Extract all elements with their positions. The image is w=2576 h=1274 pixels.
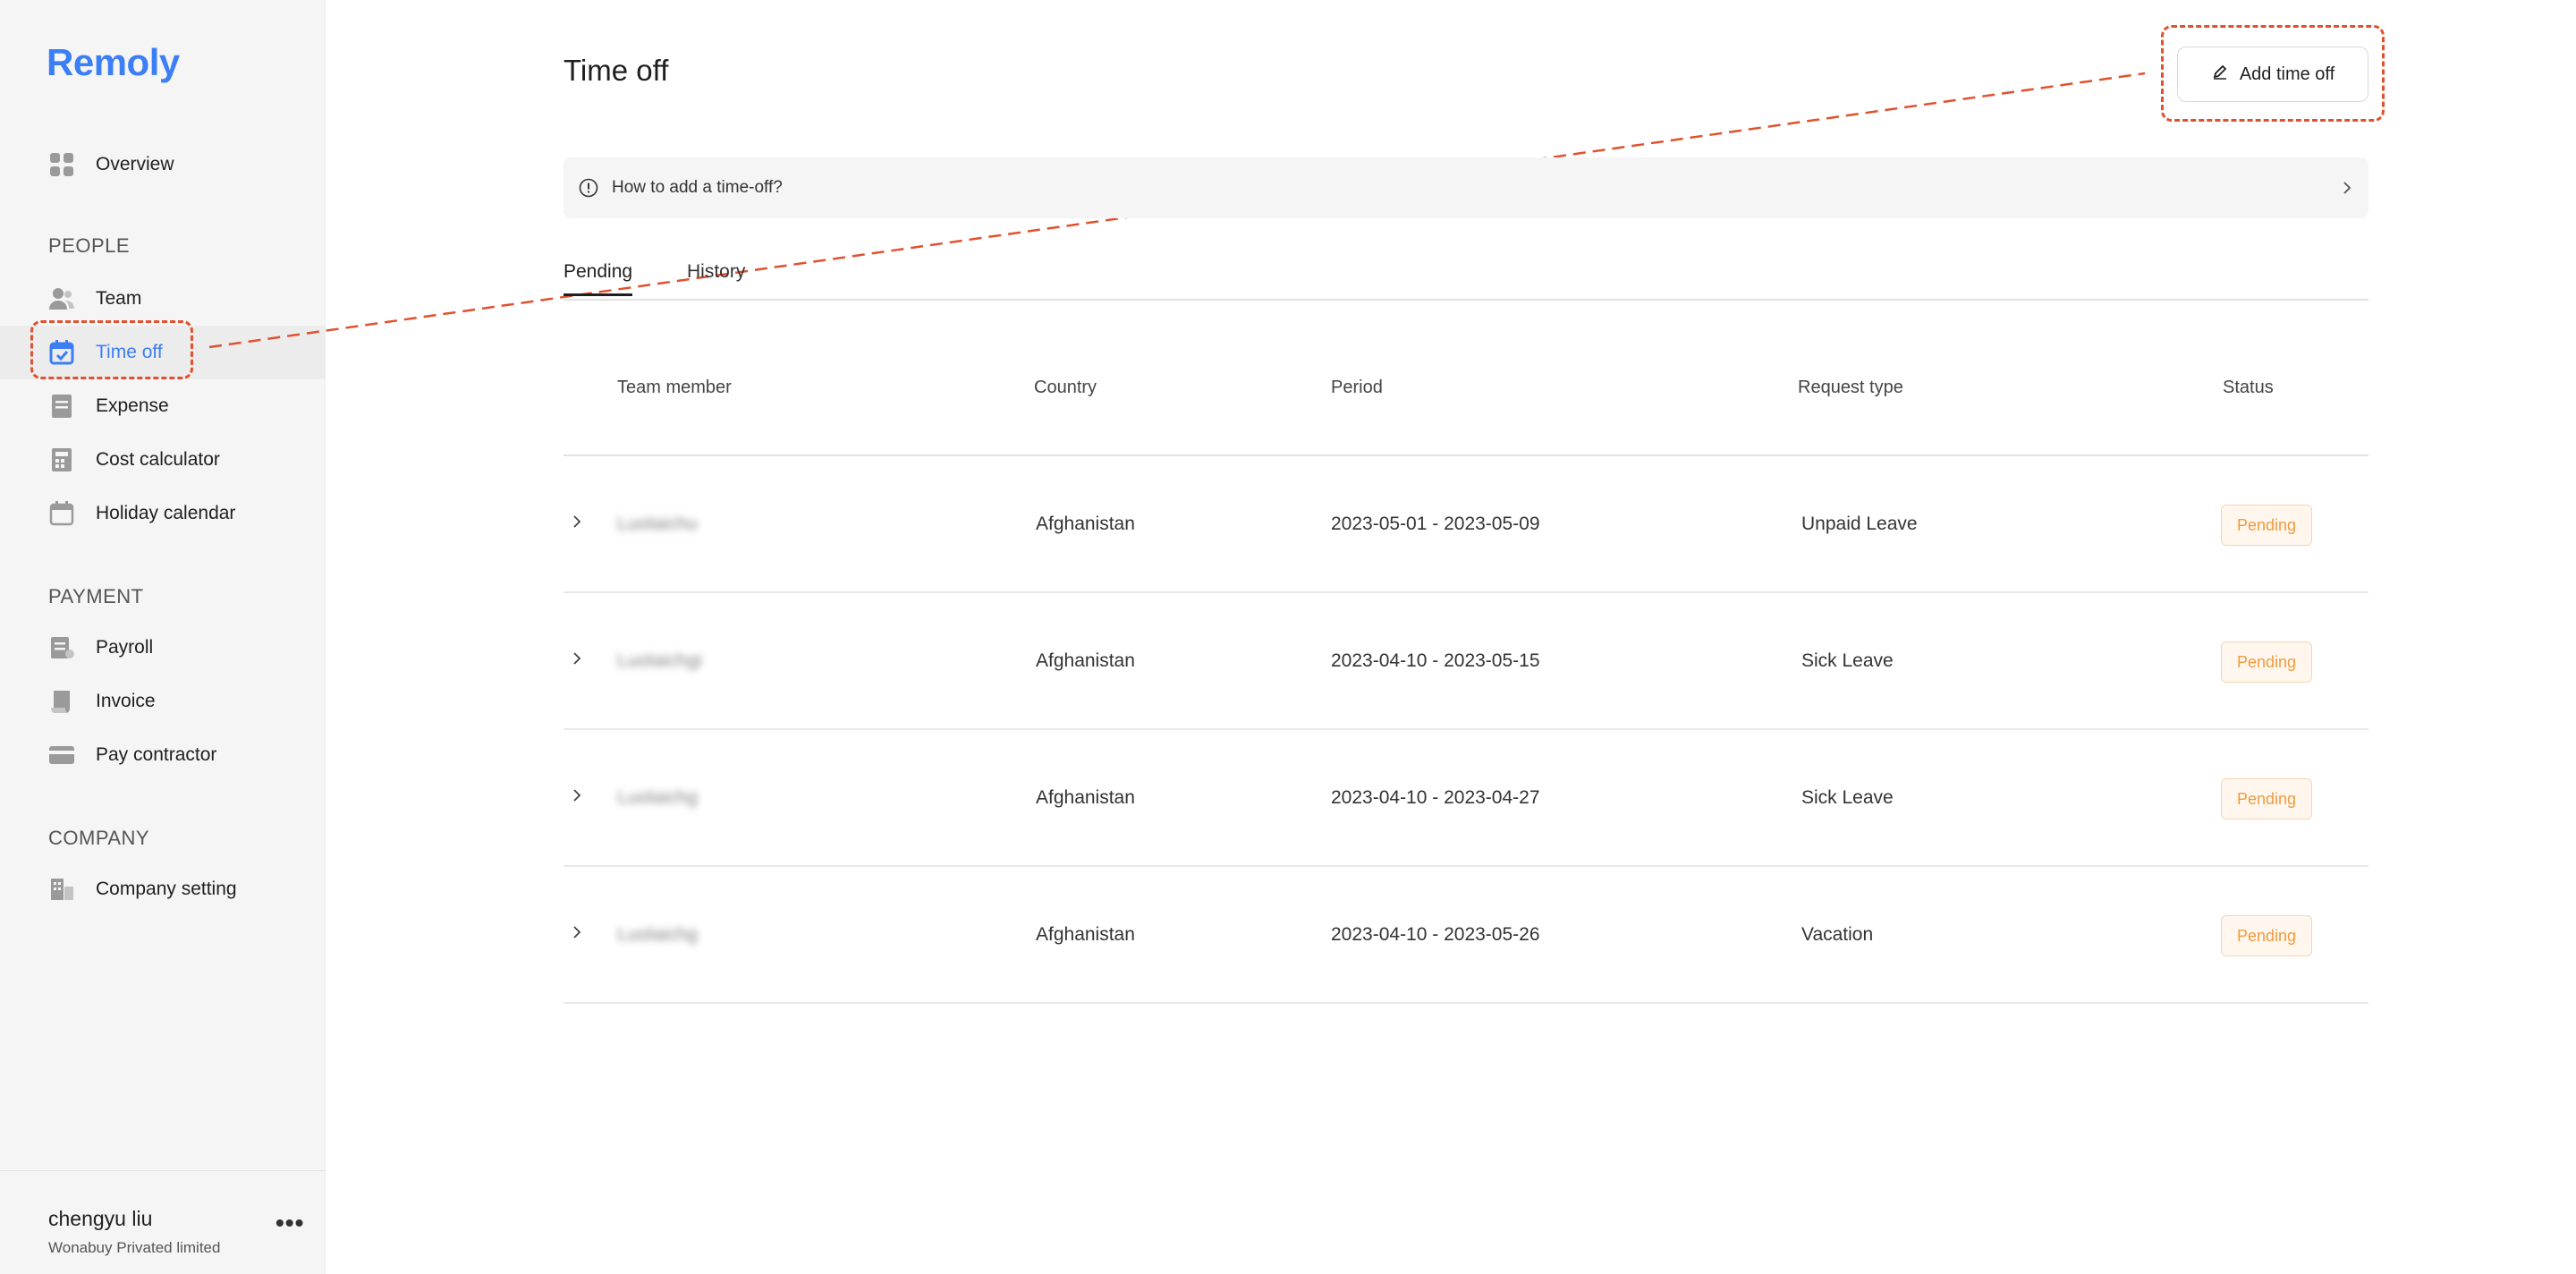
table-row[interactable]: Luolaichg Afghanistan 2023-04-10 - 2023-… xyxy=(564,867,2368,1004)
column-header-country[interactable]: Country xyxy=(1034,378,1097,398)
team-member-name: Luolaichg xyxy=(617,924,698,945)
period-cell: 2023-05-01 - 2023-05-09 xyxy=(1331,514,1540,534)
column-header-request-type[interactable]: Request type xyxy=(1798,378,1903,398)
team-member-name: Luolaichgi xyxy=(617,650,702,671)
tab-bar: Pending History xyxy=(564,261,2368,301)
country-cell: Afghanistan xyxy=(1036,514,1135,534)
time-off-table: Team member Country Period Request type … xyxy=(564,354,2368,1004)
period-cell: 2023-04-10 - 2023-05-26 xyxy=(1331,924,1540,945)
request-type-cell: Sick Leave xyxy=(1801,650,1894,671)
page-title: Time off xyxy=(564,54,669,87)
team-member-name: Luolaichu xyxy=(617,514,698,534)
table-header: Team member Country Period Request type … xyxy=(564,354,2368,456)
help-banner[interactable]: How to add a time-off? xyxy=(564,157,2368,218)
column-header-team-member[interactable]: Team member xyxy=(617,378,732,398)
chevron-right-icon xyxy=(2338,179,2356,197)
tab-pending[interactable]: Pending xyxy=(564,261,633,296)
chevron-right-icon[interactable] xyxy=(567,512,587,531)
help-banner-text: How to add a time-off? xyxy=(612,178,783,197)
status-badge: Pending xyxy=(2221,505,2312,546)
status-badge: Pending xyxy=(2221,915,2312,956)
add-time-off-label: Add time off xyxy=(2239,64,2335,84)
request-type-cell: Sick Leave xyxy=(1801,787,1894,808)
country-cell: Afghanistan xyxy=(1036,924,1135,945)
period-cell: 2023-04-10 - 2023-05-15 xyxy=(1331,650,1540,671)
table-row[interactable]: Luolaichg Afghanistan 2023-04-10 - 2023-… xyxy=(564,730,2368,867)
country-cell: Afghanistan xyxy=(1036,650,1135,671)
chevron-right-icon[interactable] xyxy=(567,922,587,942)
info-icon xyxy=(578,177,599,199)
add-time-off-button[interactable]: Add time off xyxy=(2177,47,2368,102)
column-header-period[interactable]: Period xyxy=(1331,378,1383,398)
chevron-right-icon[interactable] xyxy=(567,649,587,668)
request-type-cell: Unpaid Leave xyxy=(1801,514,1918,534)
chevron-right-icon[interactable] xyxy=(567,786,587,805)
tab-history[interactable]: History xyxy=(687,261,745,293)
request-type-cell: Vacation xyxy=(1801,924,1874,945)
status-badge: Pending xyxy=(2221,641,2312,683)
pen-icon xyxy=(2211,63,2229,86)
status-badge: Pending xyxy=(2221,778,2312,820)
period-cell: 2023-04-10 - 2023-04-27 xyxy=(1331,787,1540,808)
country-cell: Afghanistan xyxy=(1036,787,1135,808)
table-row[interactable]: Luolaichu Afghanistan 2023-05-01 - 2023-… xyxy=(564,456,2368,593)
team-member-name: Luolaichg xyxy=(617,787,698,808)
table-row[interactable]: Luolaichgi Afghanistan 2023-04-10 - 2023… xyxy=(564,593,2368,730)
column-header-status[interactable]: Status xyxy=(2223,378,2274,398)
